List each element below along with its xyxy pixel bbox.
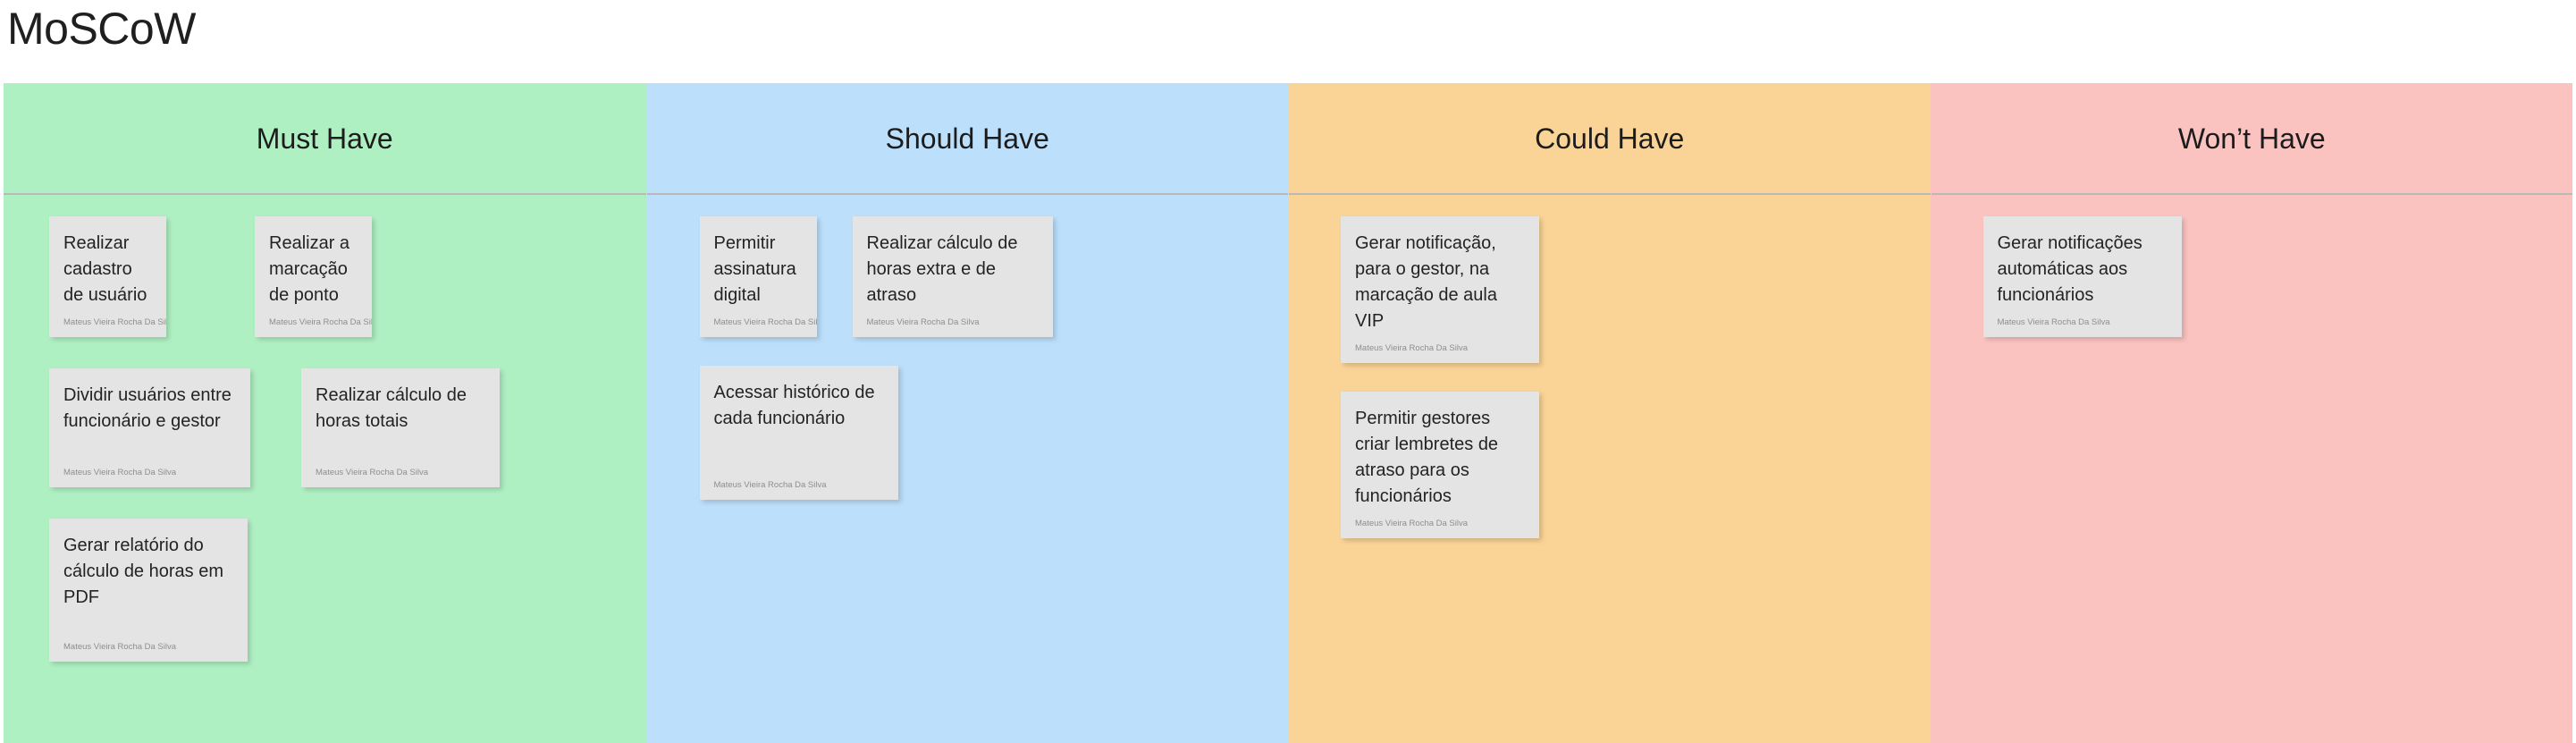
moscow-board: Must Have Realizar cadastro de usuário M… xyxy=(4,83,2572,743)
card[interactable]: Acessar histórico de cada funcionário Ma… xyxy=(699,366,898,500)
column-could-have[interactable]: Could Have Gerar notificação, para o ges… xyxy=(1288,83,1931,743)
card-row: Dividir usuários entre funcionário e ges… xyxy=(4,368,646,487)
card-text: Dividir usuários entre funcionário e ges… xyxy=(63,385,232,431)
column-header-must-have: Must Have xyxy=(4,83,646,195)
column-title-should-have: Should Have xyxy=(885,122,1049,155)
card-row: Permitir assinatura digital Mateus Vieir… xyxy=(647,216,1289,337)
moscow-board-page: MoSCoW Must Have Realizar cadastro de us… xyxy=(0,0,2576,743)
card-text: Gerar notificações automáticas aos funci… xyxy=(1997,233,2142,305)
column-should-have[interactable]: Should Have Permitir assinatura digital … xyxy=(645,83,1289,743)
column-body-could-have[interactable]: Gerar notificação, para o gestor, na mar… xyxy=(1289,195,1931,743)
card-text: Gerar relatório do cálculo de horas em P… xyxy=(63,536,223,607)
card-author: Mateus Vieira Rocha Da Silva xyxy=(866,317,980,327)
card-author: Mateus Vieira Rocha Da Silva xyxy=(1355,519,1469,528)
column-title-must-have: Must Have xyxy=(256,122,393,155)
card[interactable]: Gerar notificações automáticas aos funci… xyxy=(1983,216,2182,337)
column-body-should-have[interactable]: Permitir assinatura digital Mateus Vieir… xyxy=(647,195,1289,743)
card[interactable]: Permitir assinatura digital Mateus Vieir… xyxy=(699,216,817,337)
column-must-have[interactable]: Must Have Realizar cadastro de usuário M… xyxy=(4,83,646,743)
column-header-could-have: Could Have xyxy=(1289,83,1931,195)
card-author: Mateus Vieira Rocha Da Silva xyxy=(63,642,177,652)
card-author: Mateus Vieira Rocha Da Silva xyxy=(316,468,429,477)
card[interactable]: Realizar cadastro de usuário Mateus Viei… xyxy=(49,216,166,337)
card[interactable]: Realizar a marcação de ponto Mateus Viei… xyxy=(255,216,372,337)
card-author: Mateus Vieira Rocha Da Silva xyxy=(713,317,817,327)
card-text: Acessar histórico de cada funcionário xyxy=(713,383,875,428)
card[interactable]: Realizar cálculo de horas totais Mateus … xyxy=(301,368,500,487)
card-author: Mateus Vieira Rocha Da Silva xyxy=(1997,317,2110,327)
column-body-must-have[interactable]: Realizar cadastro de usuário Mateus Viei… xyxy=(4,195,646,743)
card-text: Realizar a marcação de ponto xyxy=(269,233,350,305)
card-row: Gerar notificações automáticas aos funci… xyxy=(1932,216,2573,337)
card[interactable]: Gerar notificação, para o gestor, na mar… xyxy=(1341,216,1539,363)
card-row: Realizar cadastro de usuário Mateus Viei… xyxy=(4,216,646,337)
card-author: Mateus Vieira Rocha Da Silva xyxy=(63,468,177,477)
card-author: Mateus Vieira Rocha Da Silva xyxy=(63,317,166,327)
card-row: Acessar histórico de cada funcionário Ma… xyxy=(647,366,1289,500)
card-row: Permitir gestores criar lembretes de atr… xyxy=(1289,392,1931,538)
page-title: MoSCoW xyxy=(7,4,196,54)
card-row: Gerar notificação, para o gestor, na mar… xyxy=(1289,216,1931,363)
card[interactable]: Permitir gestores criar lembretes de atr… xyxy=(1341,392,1539,538)
column-wont-have[interactable]: Won’t Have Gerar notificações automática… xyxy=(1930,83,2573,743)
column-title-wont-have: Won’t Have xyxy=(2177,122,2326,155)
card-text: Permitir gestores criar lembretes de atr… xyxy=(1355,409,1499,506)
column-title-could-have: Could Have xyxy=(1535,122,1685,155)
card-text: Realizar cadastro de usuário xyxy=(63,233,147,305)
column-header-wont-have: Won’t Have xyxy=(1931,83,2572,195)
column-body-wont-have[interactable]: Gerar notificações automáticas aos funci… xyxy=(1932,195,2573,743)
card[interactable]: Dividir usuários entre funcionário e ges… xyxy=(49,368,250,487)
card-row: Gerar relatório do cálculo de horas em P… xyxy=(4,519,646,662)
card-author: Mateus Vieira Rocha Da Silva xyxy=(713,480,827,490)
column-header-should-have: Should Have xyxy=(646,83,1288,195)
card-text: Realizar cálculo de horas extra e de atr… xyxy=(866,233,1018,305)
card-author: Mateus Vieira Rocha Da Silva xyxy=(269,317,372,327)
card-text: Realizar cálculo de horas totais xyxy=(316,385,467,431)
card[interactable]: Realizar cálculo de horas extra e de atr… xyxy=(852,216,1053,337)
card-author: Mateus Vieira Rocha Da Silva xyxy=(1355,343,1469,353)
card-text: Gerar notificação, para o gestor, na mar… xyxy=(1355,233,1497,331)
card[interactable]: Gerar relatório do cálculo de horas em P… xyxy=(49,519,248,662)
card-text: Permitir assinatura digital xyxy=(713,233,796,305)
